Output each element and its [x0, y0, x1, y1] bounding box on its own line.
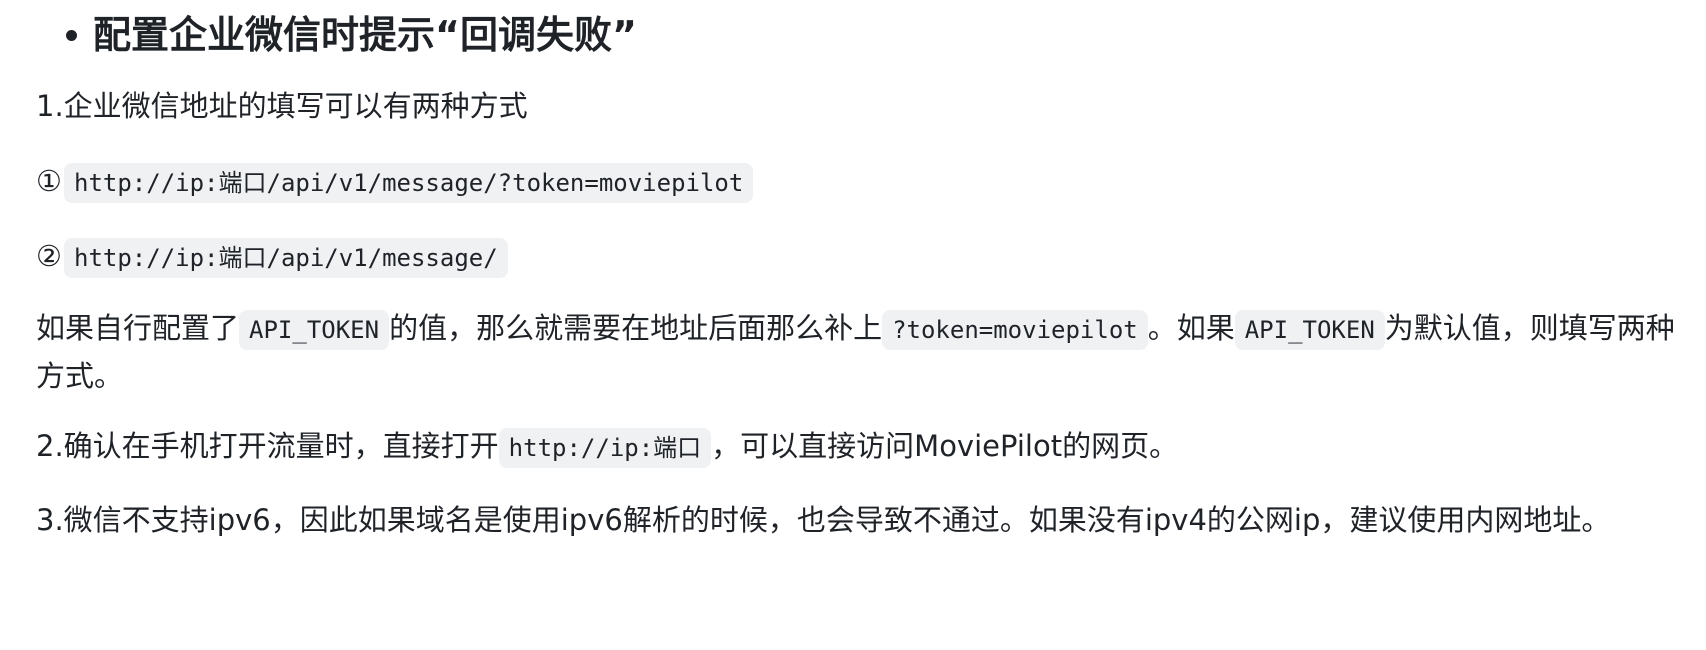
text-segment: 如果自行配置了 — [36, 311, 240, 345]
section-heading: 配置企业微信时提示“回调失败” — [66, 8, 637, 62]
paragraph-text: 1.企业微信地址的填写可以有两种方式 — [36, 89, 528, 123]
option-1: ① http://ip:端口/api/v1/message/?token=movi… — [36, 158, 754, 206]
paragraph-ipv6-note: 3.微信不支持ipv6，因此如果域名是使用ipv6解析的时候，也会导致不通过。如… — [36, 497, 1701, 543]
code-url-with-token: http://ip:端口/api/v1/message/?token=movie… — [64, 163, 754, 203]
bullet-icon — [66, 29, 77, 41]
paragraph-api-token: 如果自行配置了 API_TOKEN 的值，那么就需要在地址后面那么补上 ?token=… — [36, 305, 1701, 399]
circled-one-marker: ① — [36, 164, 62, 198]
text-segment: 2.确认在手机打开流量时，直接打开 — [36, 429, 499, 463]
paragraph-text: 3.微信不支持ipv6，因此如果域名是使用ipv6解析的时候，也会导致不通过。如… — [36, 503, 1611, 537]
text-segment: ，可以直接访问MoviePilot的网页。 — [711, 429, 1179, 463]
option-2: ② http://ip:端口/api/v1/message/ — [36, 233, 508, 281]
circled-two-marker: ② — [36, 239, 62, 273]
code-ip-port: http://ip:端口 — [498, 428, 712, 468]
paragraph-address-methods: 1.企业微信地址的填写可以有两种方式 — [36, 83, 528, 129]
code-api-token: API_TOKEN — [1234, 310, 1385, 350]
document: 配置企业微信时提示“回调失败” 1.企业微信地址的填写可以有两种方式 ① http… — [0, 0, 1706, 650]
code-token-param: ?token=moviepilot — [882, 310, 1148, 350]
text-segment: 。如果 — [1147, 311, 1235, 345]
code-url-plain: http://ip:端口/api/v1/message/ — [64, 238, 508, 278]
text-segment: 的值，那么就需要在地址后面那么补上 — [389, 311, 883, 345]
code-api-token: API_TOKEN — [239, 310, 390, 350]
paragraph-mobile-check: 2.确认在手机打开流量时，直接打开 http://ip:端口 ，可以直接访问Movi… — [36, 423, 1178, 471]
heading-text: 配置企业微信时提示“回调失败” — [93, 13, 637, 57]
